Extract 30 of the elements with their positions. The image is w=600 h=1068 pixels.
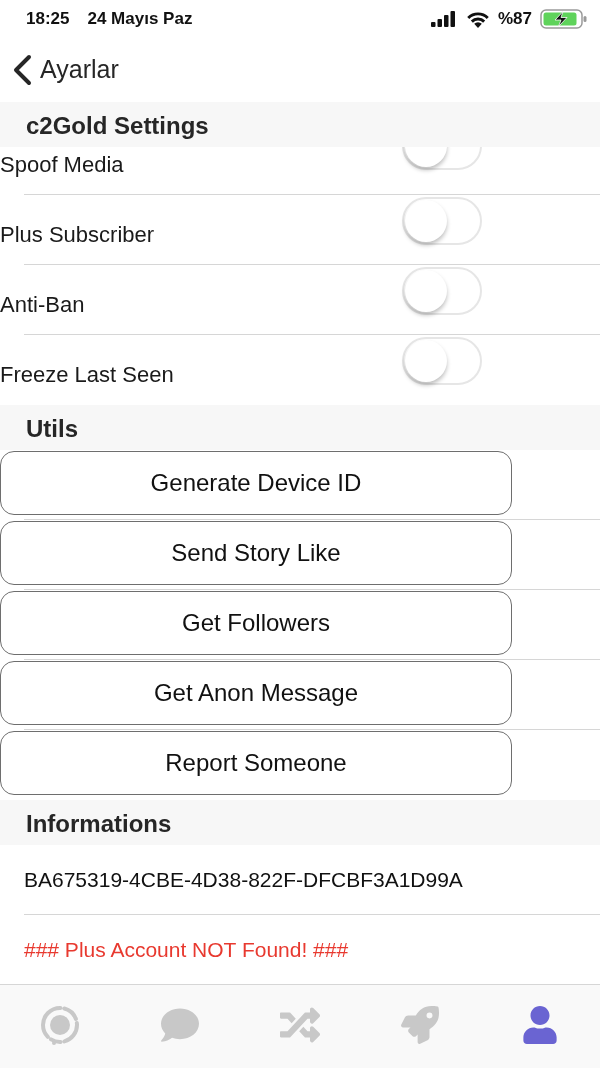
chat-bubble-icon [161,1006,199,1044]
warning-text: ### Plus Account NOT Found! ### [24,936,349,963]
action-button[interactable]: Send Story Like [0,521,512,585]
battery-charging-icon [540,9,588,29]
toggle-switch[interactable] [402,337,482,385]
back-chevron-icon [12,54,32,86]
setting-label: Anti-Ban [0,291,85,318]
setting-label: Freeze Last Seen [0,361,174,388]
toggle-switch[interactable] [402,267,482,315]
section-header: Informations [0,800,600,845]
status-date: 24 Mayıs Paz [87,8,193,31]
status-time: 18:25 [26,8,70,31]
action-button[interactable]: Get Followers [0,591,512,655]
toggle-switch[interactable] [402,197,482,245]
action-button[interactable]: Report Someone [0,731,512,795]
action-button[interactable]: Get Anon Message [0,661,512,725]
device-id-text: BA675319-4CBE-4D38-822F-DFCBF3A1D99A [24,866,463,893]
wifi-icon [465,10,490,28]
signal-icon [430,11,456,27]
rocket-icon [401,1006,439,1044]
section-header: Utils [0,405,600,450]
setting-label: Plus Subscriber [0,221,155,248]
action-button[interactable]: Generate Device ID [0,451,512,515]
dashed-ring-icon [39,1004,81,1046]
section-header: c2Gold Settings [0,102,600,147]
back-button[interactable]: Ayarlar [12,51,119,89]
battery-percent: %87 [497,8,532,31]
person-icon [521,1006,559,1044]
setting-label: Spoof Media [0,151,124,178]
shuffle-icon [280,1005,320,1045]
